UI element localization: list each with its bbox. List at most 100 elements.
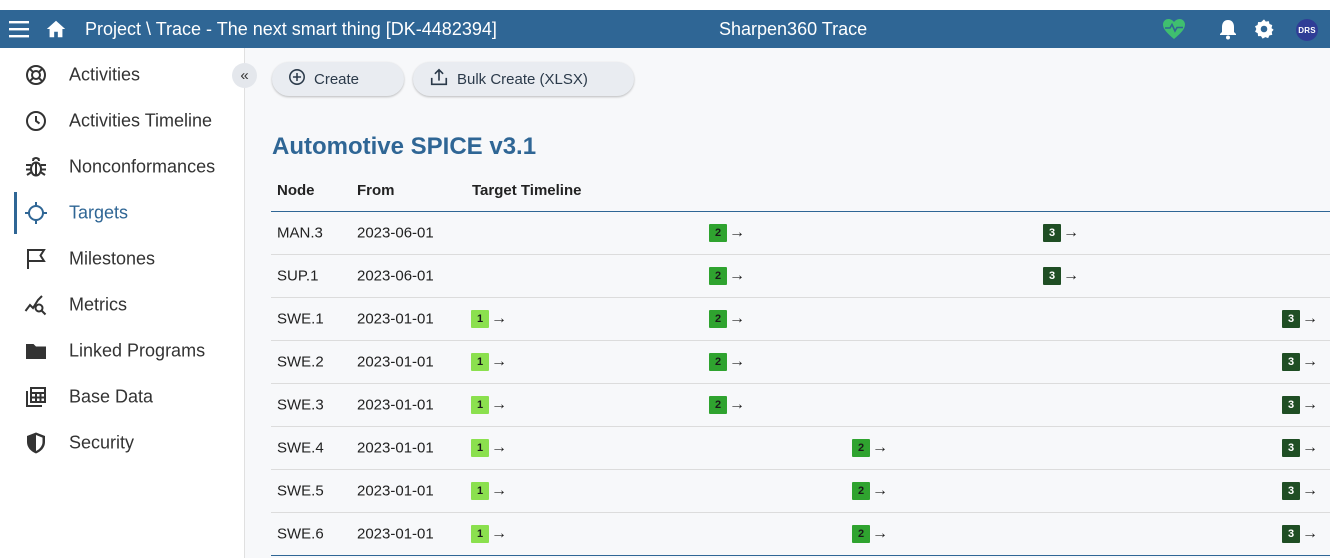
sidebar: Activities Activities Timeline Nonconfor… — [0, 48, 245, 558]
target-icon — [24, 201, 48, 225]
target-level-marker[interactable]: 1 → — [471, 525, 507, 543]
arrow-right-icon: → — [491, 439, 507, 456]
sidebar-item-metrics[interactable]: Metrics — [0, 282, 244, 328]
from-date-cell: 2023-01-01 — [357, 396, 434, 414]
arrow-right-icon: → — [1302, 353, 1318, 370]
heart-pulse-icon[interactable] — [1162, 18, 1186, 45]
folder-icon — [24, 339, 48, 363]
target-level-marker[interactable]: 1 → — [471, 353, 507, 371]
sidebar-item-nonconformances[interactable]: Nonconformances — [0, 144, 244, 190]
target-level-marker[interactable]: 3 → — [1043, 224, 1079, 242]
arrow-right-icon: → — [491, 353, 507, 370]
arrow-right-icon: → — [1302, 525, 1318, 542]
shield-icon — [24, 431, 48, 455]
sidebar-item-milestones[interactable]: Milestones — [0, 236, 244, 282]
node-cell: SWE.1 — [277, 310, 324, 328]
target-level-marker[interactable]: 2 → — [709, 353, 745, 371]
from-date-cell: 2023-01-01 — [357, 353, 434, 371]
sidebar-item-label: Metrics — [69, 294, 127, 315]
target-level-marker[interactable]: 1 → — [471, 396, 507, 414]
target-level-marker[interactable]: 1 → — [471, 439, 507, 457]
table-row[interactable]: SWE.3 2023-01-01 1 → 2 → 3 → — [271, 384, 1330, 427]
node-cell: SWE.5 — [277, 482, 324, 500]
target-level-marker[interactable]: 3 → — [1043, 267, 1079, 285]
flag-icon — [24, 247, 48, 271]
level-badge: 1 — [471, 482, 489, 500]
target-level-marker[interactable]: 3 → — [1282, 482, 1318, 500]
target-level-marker[interactable]: 3 → — [1282, 310, 1318, 328]
arrow-right-icon: → — [491, 310, 507, 327]
sidebar-item-label: Security — [69, 432, 135, 453]
bulk-create-button[interactable]: Bulk Create (XLSX) — [413, 62, 634, 96]
level-badge: 3 — [1282, 525, 1300, 543]
target-level-marker[interactable]: 3 → — [1282, 525, 1318, 543]
table-row[interactable]: SUP.1 2023-06-01 2 → 3 → — [271, 255, 1330, 298]
level-badge: 3 — [1282, 439, 1300, 457]
target-level-marker[interactable]: 1 → — [471, 310, 507, 328]
arrow-right-icon: → — [1063, 224, 1079, 241]
lifebuoy-icon — [24, 63, 48, 87]
sidebar-item-base-data[interactable]: Base Data — [0, 374, 244, 420]
sidebar-item-label: Base Data — [69, 386, 154, 407]
sidebar-item-targets[interactable]: Targets — [0, 190, 244, 236]
table-row[interactable]: MAN.3 2023-06-01 2 → 3 → — [271, 212, 1330, 255]
table-row[interactable]: SWE.4 2023-01-01 1 → 2 → 3 → — [271, 427, 1330, 470]
node-cell: SWE.2 — [277, 353, 324, 371]
from-date-cell: 2023-06-01 — [357, 224, 434, 242]
table-row[interactable]: SWE.5 2023-01-01 1 → 2 → 3 → — [271, 470, 1330, 513]
sidebar-item-activities[interactable]: Activities — [0, 52, 244, 98]
level-badge: 2 — [852, 439, 870, 457]
home-icon[interactable] — [45, 18, 67, 45]
target-level-marker[interactable]: 2 → — [709, 224, 745, 242]
target-level-marker[interactable]: 2 → — [852, 482, 888, 500]
target-level-marker[interactable]: 2 → — [852, 439, 888, 457]
table-row[interactable]: SWE.6 2023-01-01 1 → 2 → 3 → — [271, 513, 1330, 556]
from-date-cell: 2023-01-01 — [357, 482, 434, 500]
sidebar-item-linked-programs[interactable]: Linked Programs — [0, 328, 244, 374]
sidebar-item-activities-timeline[interactable]: Activities Timeline — [0, 98, 244, 144]
arrow-right-icon: → — [1302, 310, 1318, 327]
from-date-cell: 2023-06-01 — [357, 267, 434, 285]
arrow-right-icon: → — [1302, 482, 1318, 499]
avatar[interactable]: DRS — [1296, 19, 1318, 41]
sidebar-item-security[interactable]: Security — [0, 420, 244, 466]
main-content: Create Bulk Create (XLSX) Automotive SPI… — [245, 48, 1330, 558]
arrow-right-icon: → — [729, 310, 745, 327]
trend-search-icon — [24, 293, 48, 317]
from-date-cell: 2023-01-01 — [357, 439, 434, 457]
arrow-right-icon: → — [729, 396, 745, 413]
node-cell: SWE.3 — [277, 396, 324, 414]
create-button[interactable]: Create — [272, 62, 404, 96]
level-badge: 1 — [471, 396, 489, 414]
level-badge: 2 — [709, 224, 727, 242]
target-level-marker[interactable]: 1 → — [471, 482, 507, 500]
app-name: Sharpen360 Trace — [719, 19, 868, 39]
sidebar-item-label: Linked Programs — [69, 340, 206, 361]
target-level-marker[interactable]: 2 → — [709, 396, 745, 414]
target-level-marker[interactable]: 3 → — [1282, 396, 1318, 414]
bell-icon[interactable] — [1218, 18, 1238, 45]
arrow-right-icon: → — [729, 224, 745, 241]
level-badge: 1 — [471, 353, 489, 371]
target-level-marker[interactable]: 2 → — [852, 525, 888, 543]
sidebar-item-label: Milestones — [69, 248, 156, 269]
arrow-right-icon: → — [729, 267, 745, 284]
upload-icon — [429, 67, 449, 91]
breadcrumb[interactable]: Project \ Trace - The next smart thing [… — [85, 19, 497, 40]
level-badge: 3 — [1043, 267, 1061, 285]
target-level-marker[interactable]: 2 → — [709, 310, 745, 328]
level-badge: 2 — [852, 482, 870, 500]
menu-icon[interactable] — [8, 19, 30, 44]
from-date-cell: 2023-01-01 — [357, 310, 434, 328]
collapse-sidebar-button[interactable]: « — [232, 63, 257, 88]
level-badge: 2 — [709, 267, 727, 285]
arrow-right-icon: → — [491, 396, 507, 413]
target-level-marker[interactable]: 2 → — [709, 267, 745, 285]
target-level-marker[interactable]: 3 → — [1282, 353, 1318, 371]
table-row[interactable]: SWE.2 2023-01-01 1 → 2 → 3 → — [271, 341, 1330, 384]
create-button-label: Create — [314, 70, 360, 88]
table-row[interactable]: SWE.1 2023-01-01 1 → 2 → 3 → — [271, 298, 1330, 341]
level-badge: 1 — [471, 310, 489, 328]
target-level-marker[interactable]: 3 → — [1282, 439, 1318, 457]
gear-icon[interactable] — [1253, 18, 1275, 45]
